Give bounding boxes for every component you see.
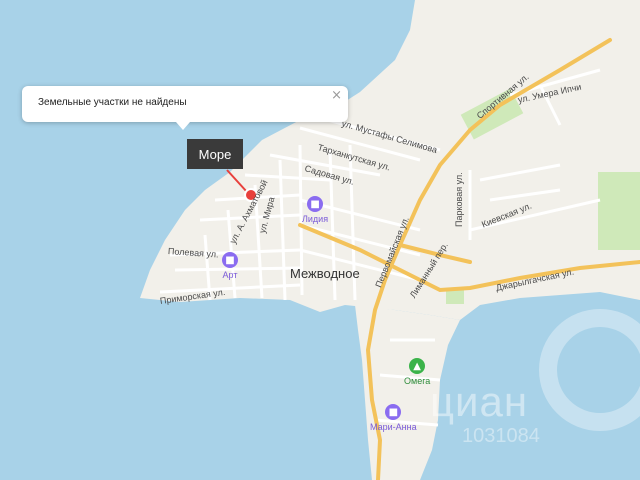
street-label-parkovaya: Парковая ул. [454, 172, 464, 227]
poi-art[interactable]: ■ Арт [222, 252, 238, 280]
poi-omega[interactable]: ▲ Омега [404, 358, 430, 386]
watermark-id: 1031084 [462, 425, 540, 447]
map-canvas[interactable] [0, 0, 640, 480]
poi-label: Омега [404, 376, 431, 386]
watermark-text: циан [430, 378, 529, 425]
popup-message: Земельные участки не найдены [38, 97, 187, 108]
poi-label: Лидия [302, 214, 329, 224]
no-results-popup: Земельные участки не найдены × [22, 86, 348, 130]
bed-icon: ■ [222, 252, 238, 268]
close-icon[interactable]: × [331, 88, 342, 103]
shopping-cart-icon: ▲ [409, 358, 426, 374]
poi-lidiya[interactable]: ■ Лидия [302, 196, 328, 224]
popup-tail [176, 122, 190, 130]
poi-label: Мари-Анна [370, 422, 417, 432]
bed-icon: ■ [385, 404, 402, 420]
poi-mari-anna[interactable]: ■ Мари-Анна [370, 404, 417, 432]
town-label: Межводное [290, 266, 360, 281]
bed-icon: ■ [307, 196, 324, 212]
sea-tooltip: Море [187, 139, 243, 169]
park-area [598, 172, 640, 250]
park-area [446, 290, 464, 304]
poi-label: Арт [222, 270, 238, 280]
